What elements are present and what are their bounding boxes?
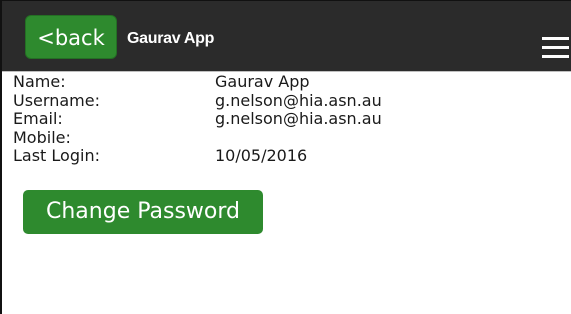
- hamburger-menu-icon[interactable]: [542, 37, 569, 58]
- email-label: Email:: [13, 109, 63, 128]
- last-login-value: 10/05/2016: [215, 146, 308, 165]
- app-title: Gaurav App: [127, 30, 215, 47]
- back-button[interactable]: <back: [25, 15, 117, 59]
- mobile-label: Mobile:: [13, 127, 71, 147]
- change-password-button[interactable]: Change Password: [23, 190, 263, 234]
- username-value: g.nelson@hia.asn.au: [215, 90, 382, 110]
- app-header: <back Gaurav App: [2, 1, 571, 72]
- name-value: Gaurav App: [215, 72, 310, 91]
- last-login-label: Last Login:: [13, 146, 100, 165]
- email-value: g.nelson@hia.asn.au: [215, 109, 382, 128]
- app-window: <back Gaurav App Name: Gaurav App Userna…: [0, 0, 571, 314]
- name-label: Name:: [13, 72, 66, 91]
- username-label: Username:: [13, 90, 100, 110]
